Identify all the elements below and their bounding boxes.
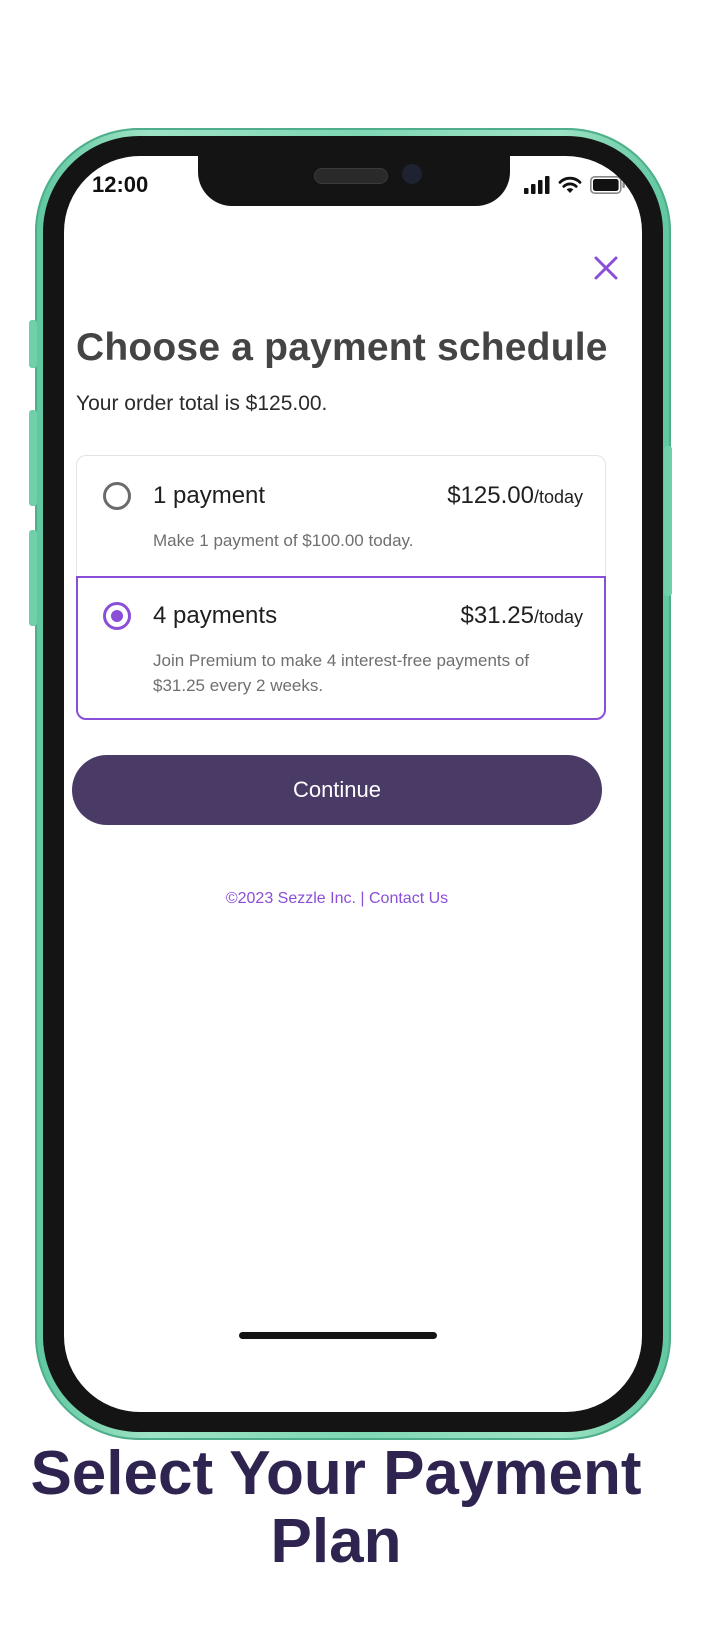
footer-copyright: ©2023 Sezzle Inc.: [225, 890, 356, 907]
phone-power-button: [664, 446, 672, 596]
price-unit: /today: [533, 607, 583, 627]
cellular-signal-icon: [524, 176, 550, 194]
phone-volume-up-button: [29, 410, 37, 506]
price-unit: /today: [533, 487, 583, 507]
status-icons: [524, 176, 626, 194]
payment-option-description: Join Premium to make 4 interest-free pay…: [153, 651, 530, 695]
contact-us-link[interactable]: Contact Us: [369, 890, 448, 907]
page-title: Choose a payment schedule: [76, 326, 608, 369]
radio-button-unselected[interactable]: [103, 482, 131, 510]
phone-volume-down-button: [29, 530, 37, 626]
payment-option-4-payments[interactable]: 4 payments $31.25/today Join Premium to …: [76, 576, 606, 720]
phone-notch: [198, 156, 510, 206]
home-indicator: [239, 1332, 437, 1339]
payment-option-description: Make 1 payment of $100.00 today.: [153, 531, 414, 550]
footer: ©2023 Sezzle Inc. | Contact Us: [64, 890, 610, 908]
price-amount: $125.00: [447, 482, 534, 509]
promo-caption: Select Your Payment Plan: [30, 1439, 642, 1576]
speaker-grille: [314, 168, 388, 184]
payment-option-price: $125.00/today: [447, 482, 583, 510]
close-icon: [594, 256, 618, 280]
radio-button-selected[interactable]: [103, 602, 131, 630]
order-total-text: Your order total is $125.00.: [76, 392, 328, 415]
payment-option-label: 1 payment: [153, 482, 266, 509]
phone-screen: 12:00 Choose a payment schedule Your ord…: [64, 156, 642, 1412]
battery-icon: [590, 176, 625, 194]
payment-options: 1 payment $125.00/today Make 1 payment o…: [76, 455, 606, 720]
payment-option-1-payment[interactable]: 1 payment $125.00/today Make 1 payment o…: [76, 455, 606, 576]
price-amount: $31.25: [460, 602, 534, 629]
radio-selected-dot: [111, 610, 123, 622]
payment-option-label: 4 payments: [153, 602, 278, 629]
continue-button[interactable]: Continue: [72, 755, 602, 825]
footer-separator: |: [360, 890, 365, 907]
payment-option-price: $31.25/today: [461, 602, 583, 630]
status-time: 12:00: [92, 172, 149, 197]
phone-mute-switch: [29, 320, 37, 368]
close-button[interactable]: [592, 254, 620, 282]
front-camera: [402, 164, 422, 184]
wifi-icon: [558, 176, 582, 193]
